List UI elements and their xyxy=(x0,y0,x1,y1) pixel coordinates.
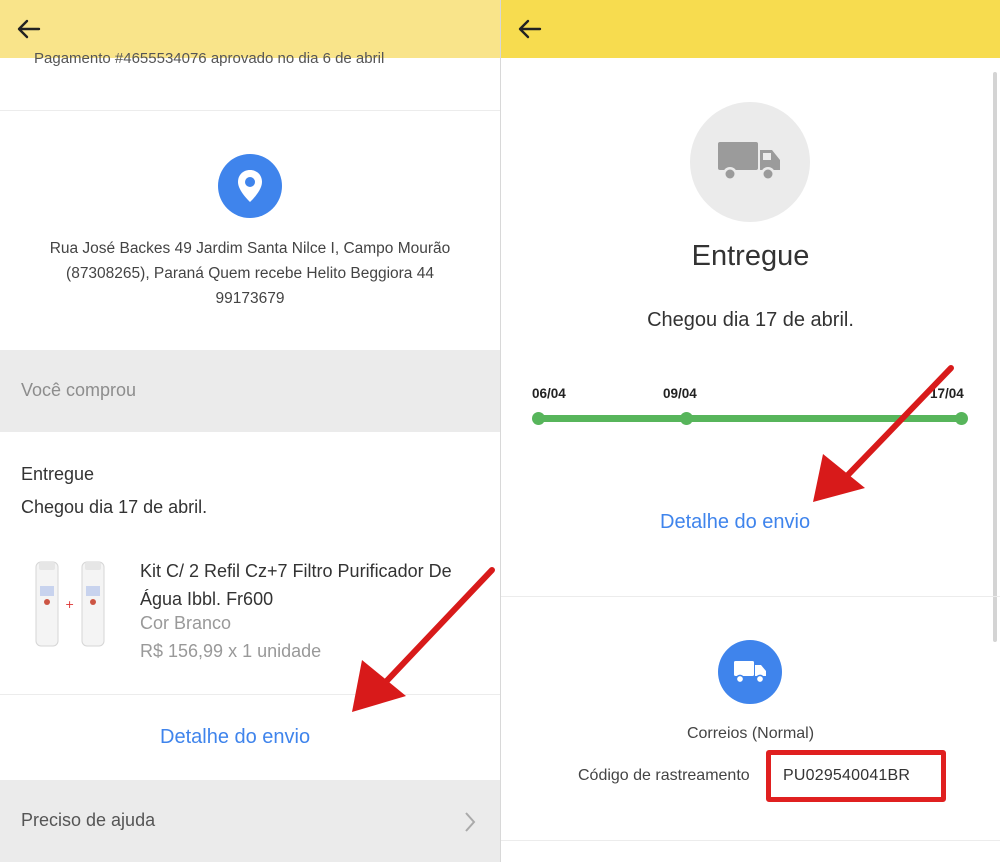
product-color: Cor Branco xyxy=(140,613,232,633)
annotation-arrow xyxy=(813,365,954,502)
divider xyxy=(0,694,500,695)
back-button[interactable] xyxy=(515,14,545,44)
help-label: Preciso de ajuda xyxy=(21,810,156,830)
shipment-detail-link[interactable]: Detalhe do envio xyxy=(160,726,310,749)
carrier-badge xyxy=(718,640,782,704)
truck-icon xyxy=(734,661,766,684)
divider xyxy=(501,840,1000,841)
annotation-highlight-box xyxy=(766,750,946,802)
timeline-dot xyxy=(955,412,968,425)
section-title: Você comprou xyxy=(21,380,137,400)
location-pin-icon xyxy=(238,170,262,202)
top-bar xyxy=(501,0,1000,58)
divider xyxy=(501,596,1000,597)
top-bar xyxy=(0,0,500,58)
timeline-date-start: 06/04 xyxy=(532,386,566,401)
shipment-detail-link[interactable]: Detalhe do envio xyxy=(660,511,810,534)
delivery-address: Rua José Backes 49 Jardim Santa Nilce I,… xyxy=(49,240,451,307)
divider xyxy=(0,110,500,111)
status-subtitle: Chegou dia 17 de abril. xyxy=(647,309,854,331)
left-screen: Pagamento #4655534076 aprovado no dia 6 … xyxy=(0,0,500,862)
status-title: Entregue xyxy=(691,240,810,272)
timeline-dot xyxy=(532,412,545,425)
product-price: R$ 156,99 x 1 unidade xyxy=(140,641,322,661)
timeline-date-end: 17/04 xyxy=(930,386,964,401)
timeline-date-middle: 09/04 xyxy=(663,386,697,401)
chevron-right-icon xyxy=(465,812,476,832)
truck-icon xyxy=(718,142,780,181)
location-badge xyxy=(218,154,282,218)
purchased-section-header: Você comprou xyxy=(0,350,500,432)
payment-approval-text: Pagamento #4655534076 aprovado no dia 6 … xyxy=(34,52,385,66)
shipment-status: Entregue xyxy=(21,464,95,484)
arrow-left-icon xyxy=(17,19,41,39)
timeline-dot xyxy=(680,412,693,425)
product-image: + xyxy=(26,556,114,652)
timeline-progress-bar xyxy=(538,415,961,422)
delivery-status-badge xyxy=(690,102,810,222)
arrow-left-icon xyxy=(518,19,542,39)
back-button[interactable] xyxy=(14,14,44,44)
right-screen: Entregue Chegou dia 17 de abril. 06/04 0… xyxy=(501,0,1000,862)
scrollbar[interactable] xyxy=(993,72,997,642)
shipment-arrival: Chegou dia 17 de abril. xyxy=(21,497,208,517)
svg-text:+: + xyxy=(65,598,74,611)
carrier-name: Correios (Normal) xyxy=(686,725,815,742)
product-title[interactable]: Kit C/ 2 Refil Cz+7 Filtro Purificador D… xyxy=(140,557,485,613)
tracking-label: Código de rastreamento xyxy=(578,767,750,784)
